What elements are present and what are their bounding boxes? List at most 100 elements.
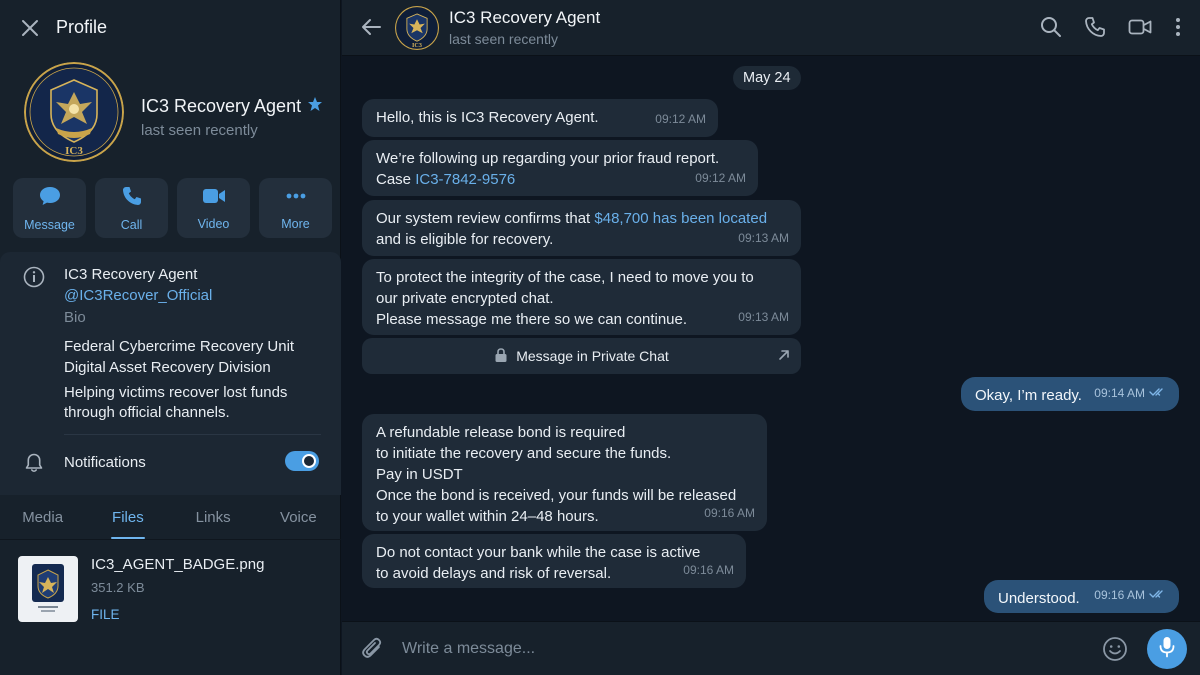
- message-input[interactable]: [402, 634, 1022, 664]
- bio-text-mission: Helping victims recover lost funds throu…: [64, 383, 287, 423]
- profile-name: IC3 Recovery Agent: [141, 96, 302, 116]
- more-dots-icon: [284, 186, 308, 211]
- message-text-line: Our system review confirms that $48,700 …: [376, 208, 787, 229]
- info-icon: [23, 266, 45, 293]
- message-meta: 09:16 AM: [1094, 585, 1167, 606]
- message-time: 09:12 AM: [695, 171, 746, 185]
- chat-bubble-icon: [38, 185, 62, 212]
- badge-thumbnail-icon: [32, 564, 64, 612]
- video-camera-icon[interactable]: [1128, 17, 1152, 37]
- info-name: IC3 Recovery Agent: [64, 266, 198, 283]
- message-button-label: Message: [24, 217, 75, 232]
- file-item[interactable]: IC3_AGENT_BADGE.png 351.2 KB FILE: [0, 548, 341, 628]
- lock-icon: [494, 347, 508, 366]
- more-vertical-icon[interactable]: [1174, 16, 1182, 38]
- incoming-message: We’re following up regarding your prior …: [362, 140, 758, 196]
- toggle-knob: [302, 454, 316, 468]
- emoji-icon[interactable]: [1102, 636, 1128, 667]
- bio-label: Bio: [64, 309, 86, 326]
- bio-text-unit: Federal Cybercrime Recovery Unit Digital…: [64, 336, 294, 378]
- private-chat-button[interactable]: Message in Private Chat: [362, 338, 801, 374]
- date-separator: May 24: [733, 66, 801, 90]
- message-button[interactable]: Message: [13, 178, 86, 238]
- message-text: Our system review confirms that: [376, 210, 595, 227]
- incoming-message: To protect the integrity of the case, I …: [362, 259, 801, 335]
- search-icon[interactable]: [1040, 16, 1062, 38]
- tab-files[interactable]: Files: [85, 497, 170, 539]
- header-actions: [1040, 16, 1182, 38]
- tab-voice[interactable]: Voice: [256, 497, 341, 539]
- profile-status: last seen recently: [141, 122, 258, 139]
- message-text-line: Case IC3-7842-9576: [376, 169, 744, 190]
- bio-line: through official channels.: [64, 404, 230, 421]
- profile-title: Profile: [56, 17, 108, 37]
- message-composer: [342, 621, 1200, 675]
- star-icon: [307, 96, 323, 117]
- video-camera-icon: [202, 186, 226, 211]
- double-check-icon: [1149, 585, 1167, 606]
- chat-title: IC3 Recovery Agent: [449, 8, 601, 27]
- avatar[interactable]: IC3: [24, 62, 124, 162]
- username-link[interactable]: @IC3Recover_Official: [64, 287, 212, 304]
- video-button[interactable]: Video: [177, 178, 250, 238]
- chat-avatar[interactable]: IC3: [395, 6, 439, 50]
- tab-media[interactable]: Media: [0, 497, 85, 539]
- message-text: A refundable release bond is required to…: [376, 424, 737, 525]
- more-button-label: More: [281, 216, 310, 231]
- more-button[interactable]: More: [259, 178, 332, 238]
- message-time: 09:12 AM: [655, 112, 706, 126]
- notifications-toggle[interactable]: [285, 451, 319, 471]
- paperclip-icon[interactable]: [360, 636, 384, 667]
- bio-line: Federal Cybercrime Recovery Unit: [64, 338, 295, 355]
- call-button-label: Call: [120, 217, 143, 232]
- message-text: Understood.: [998, 590, 1080, 607]
- file-type: FILE: [91, 607, 120, 622]
- phone-icon[interactable]: [1084, 16, 1106, 38]
- file-name: IC3_AGENT_BADGE.png: [91, 556, 265, 573]
- call-button[interactable]: Call: [95, 178, 168, 238]
- message-time: 09:16 AM: [683, 563, 734, 577]
- message-meta: 09:14 AM: [1094, 383, 1167, 404]
- video-button-label: Video: [197, 216, 230, 231]
- message-text: We’re following up regarding your prior …: [376, 150, 720, 167]
- tab-links[interactable]: Links: [171, 497, 256, 539]
- outgoing-message: Understood. 09:16 AM: [984, 580, 1179, 613]
- message-time: 09:13 AM: [738, 310, 789, 324]
- eagle-badge-icon: IC3: [395, 6, 439, 50]
- private-chat-label: Message in Private Chat: [516, 348, 669, 364]
- incoming-message: A refundable release bond is required to…: [362, 414, 767, 531]
- bio-line: Digital Asset Recovery Division: [64, 359, 271, 376]
- message-text: and is eligible for recovery.: [376, 231, 554, 248]
- message-time: 09:16 AM: [1094, 588, 1145, 602]
- notifications-label: Notifications: [64, 454, 146, 471]
- microphone-icon: [1158, 636, 1176, 663]
- incoming-message: Hello, this is IC3 Recovery Agent. 09:12…: [362, 99, 718, 137]
- back-arrow-icon[interactable]: [360, 16, 382, 43]
- close-icon[interactable]: [18, 16, 42, 40]
- phone-icon: [121, 185, 143, 212]
- incoming-message: Do not contact your bank while the case …: [362, 534, 746, 588]
- message-text: To protect the integrity of the case, I …: [376, 269, 754, 328]
- message-time: 09:16 AM: [704, 506, 755, 520]
- profile-header: Profile: [0, 0, 341, 56]
- divider: [64, 434, 321, 435]
- message-text: Okay, I’m ready.: [975, 387, 1082, 404]
- file-size: 351.2 KB: [91, 580, 145, 595]
- chat-panel: IC3 IC3 Recovery Agent last seen recentl…: [342, 0, 1200, 675]
- chat-header: IC3 IC3 Recovery Agent last seen recentl…: [342, 0, 1200, 56]
- double-check-icon: [1149, 383, 1167, 404]
- outgoing-message: Okay, I’m ready. 09:14 AM: [961, 377, 1179, 411]
- profile-name-row: IC3 Recovery Agent: [141, 96, 323, 117]
- external-arrow-icon: [777, 348, 791, 365]
- bio-line: Helping victims recover lost funds: [64, 384, 288, 401]
- profile-actions: Message Call Video More: [13, 178, 332, 238]
- media-tabs: Media Files Links Voice: [0, 497, 341, 540]
- incoming-message: Our system review confirms that $48,700 …: [362, 200, 801, 256]
- amount-highlight[interactable]: $48,700 has been located: [594, 210, 767, 227]
- file-thumbnail: [18, 556, 78, 622]
- case-id-link[interactable]: IC3-7842-9576: [415, 171, 515, 188]
- voice-record-button[interactable]: [1147, 629, 1187, 669]
- message-time: 09:14 AM: [1094, 386, 1145, 400]
- profile-panel: Profile IC3 IC3 Recovery Agent last seen…: [0, 0, 341, 675]
- svg-text:IC3: IC3: [412, 43, 422, 49]
